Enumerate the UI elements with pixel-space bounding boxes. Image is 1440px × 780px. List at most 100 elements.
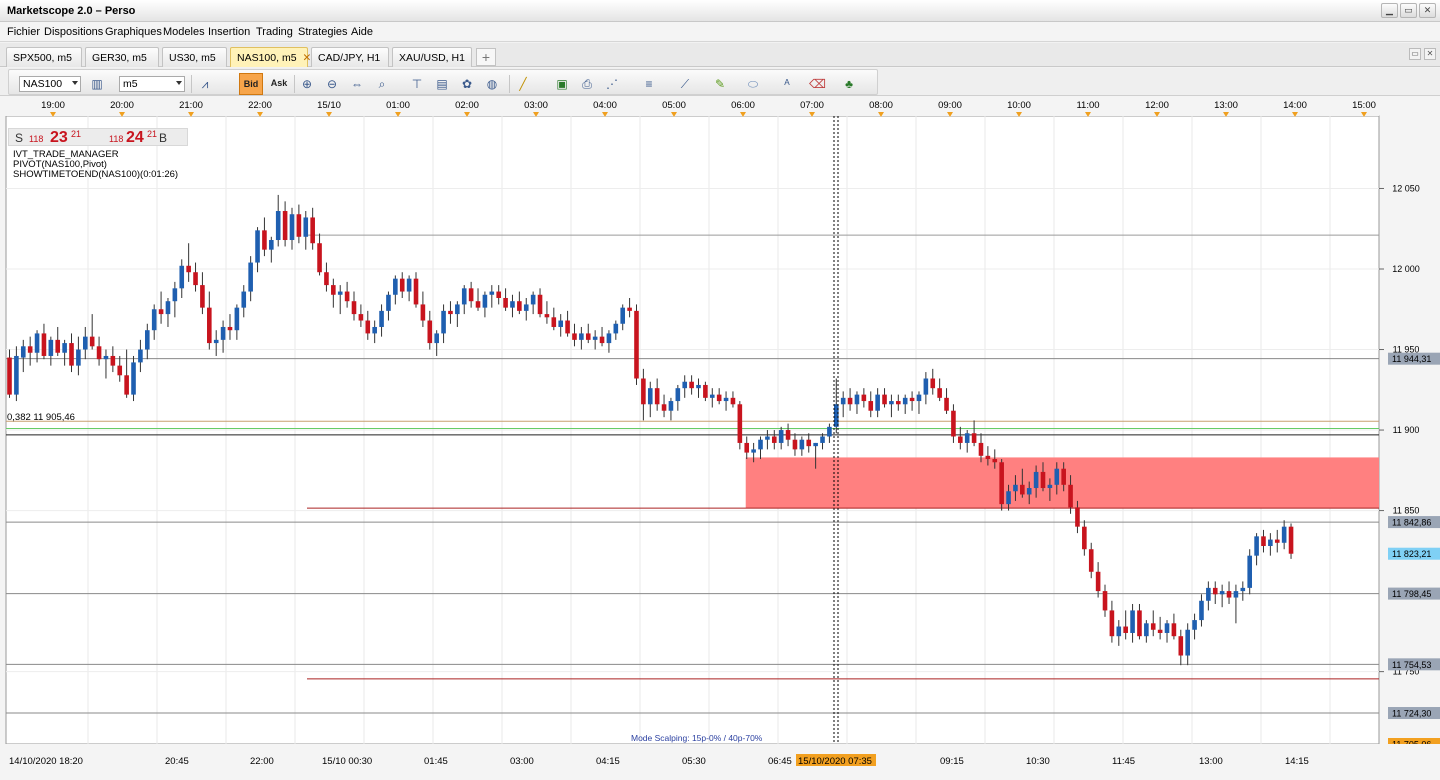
candle-body [496,291,501,298]
menu-insertion[interactable]: Insertion [208,26,250,38]
dealing-rates-box[interactable]: S 118 23 21 118 24 21 B [8,128,188,146]
print-icon[interactable]: ⎙ [579,76,595,92]
crosshair-icon[interactable]: ⊤ [409,76,425,92]
menu-modeles[interactable]: Modeles [163,26,205,38]
candle-body [1102,591,1108,611]
tab-xauusd[interactable]: XAU/USD, H1 [392,47,472,67]
candle-body [517,301,522,311]
bottom-time-label: 14/10/2020 18:20 [9,756,83,767]
menu-strategies[interactable]: Strategies [298,26,348,38]
tab-us30[interactable]: US30, m5 [162,47,227,67]
candle-body [861,394,867,402]
candle-body [703,384,708,398]
strategy-icon[interactable]: ♣ [841,76,857,92]
ruler-icon[interactable]: ╱ [515,76,531,92]
bid-button[interactable]: Bid [239,73,263,95]
chart-toolbar: NAS100 ▥ m5 ⩘ Bid Ask ⊕ ⊖ ⇔ ⌕ ⊤ ▤ ✿ ◍ ╱ … [0,68,1440,96]
candle-body [634,310,639,379]
candle-body [1268,539,1273,547]
shape-icon[interactable]: ⬭ [745,76,761,92]
minimize-button[interactable]: ▁ [1381,3,1398,18]
candle-body [420,304,426,321]
scroll-icon[interactable]: ⇔ [349,76,365,92]
symbol-select[interactable]: NAS100 [19,76,81,92]
candle-body [1061,468,1066,485]
text-icon[interactable]: ᴬ [779,76,795,92]
add-tab-button[interactable]: + [476,48,496,66]
snapshot-icon[interactable]: ▣ [554,76,570,92]
eraser-icon[interactable]: ⌫ [809,76,826,92]
candle-body [461,288,467,305]
candle-body [944,397,949,411]
price-tag-label: 11 823,21 [1392,549,1431,559]
top-axis-background [0,96,1379,116]
chart-restore-button[interactable]: ▭ [1409,48,1421,60]
candle-body [902,397,908,405]
bottom-time-label: 05:30 [682,756,706,767]
price-tag-label: 11 944,31 [1392,354,1431,364]
candle-body [158,309,164,315]
menu-graphiques[interactable]: Graphiques [105,26,162,38]
candle-body [255,230,260,263]
tab-label: GER30, m5 [92,52,147,64]
buy-label: B [159,131,168,145]
magnifier-icon[interactable]: ⌕ [374,76,390,92]
candle-type-icon[interactable]: ▥ [89,76,105,92]
candle-body [269,240,274,250]
candle-body [55,339,61,353]
menu-dispositions[interactable]: Dispositions [44,26,103,38]
trendline-icon[interactable]: ⟋ [677,76,693,92]
tab-spx500[interactable]: SPX500, m5 [6,47,82,67]
mode-scalping-label: Mode Scalping: 15p-0% / 40p-70% [631,733,763,743]
indicator-icon[interactable]: ⩘ [197,76,213,92]
candle-body [1116,626,1122,637]
candle-body [282,211,288,241]
candle-body [468,288,474,302]
zoom-out-icon[interactable]: ⊖ [324,76,340,92]
candle-body [1254,536,1259,556]
candle-body [758,439,763,450]
close-button[interactable]: ✕ [1419,3,1436,18]
candle-body [647,388,653,405]
palette-icon[interactable]: ✿ [459,76,475,92]
tab-nas100[interactable]: NAS100, m5 ✕ [230,47,311,67]
candle-body [337,291,343,295]
candle-body [737,404,743,443]
candle-body [1157,629,1163,633]
tab-ger30[interactable]: GER30, m5 [85,47,159,67]
candle-body [207,307,212,344]
ask-button[interactable]: Ask [267,73,291,95]
timeframe-select[interactable]: m5 [119,76,185,92]
candle-body [806,439,812,447]
app-window: Marketscope 2.0 – Perso ▁ ▭ ✕ Fichier Di… [0,0,1440,780]
candle-body [1144,623,1149,637]
candle-body [771,436,777,443]
menu-aide[interactable]: Aide [351,26,373,38]
candle-body [627,307,632,311]
tab-label: CAD/JPY, H1 [318,52,381,64]
zoom-in-icon[interactable]: ⊕ [299,76,315,92]
price-tag-label: 11 798,45 [1392,589,1431,599]
menu-fichier[interactable]: Fichier [7,26,40,38]
toolbar-divider [191,75,192,93]
candle-body [434,333,439,344]
bottom-time-label: 11:45 [1112,756,1135,767]
candle-body [530,294,536,305]
menu-trading[interactable]: Trading [256,26,293,38]
candle-body [1040,471,1046,489]
fibonacci-icon[interactable]: ⋰ [604,76,620,92]
maximize-button[interactable]: ▭ [1400,3,1417,18]
candle-body [131,362,136,395]
top-time-label: 12:00 [1145,100,1169,111]
candle-body [923,378,929,395]
properties-icon[interactable]: ▤ [434,76,450,92]
lines-icon[interactable]: ≡ [641,76,657,92]
candle-body [213,339,219,344]
candle-body [441,310,446,334]
chart-close-button[interactable]: ✕ [1424,48,1436,60]
globe-icon[interactable]: ◍ [484,76,500,92]
tab-cadjpy[interactable]: CAD/JPY, H1 [311,47,389,67]
price-chart[interactable]: 19:00 20:00 21:00 22:00 15/10 01:00 02:00 03:00… [0,96,1440,780]
bottom-time-axis: 14/10/2020 18:20 20:45 22:00 15/10 00:30 01:… [0,744,1440,780]
pen-icon[interactable]: ✎ [712,76,728,92]
